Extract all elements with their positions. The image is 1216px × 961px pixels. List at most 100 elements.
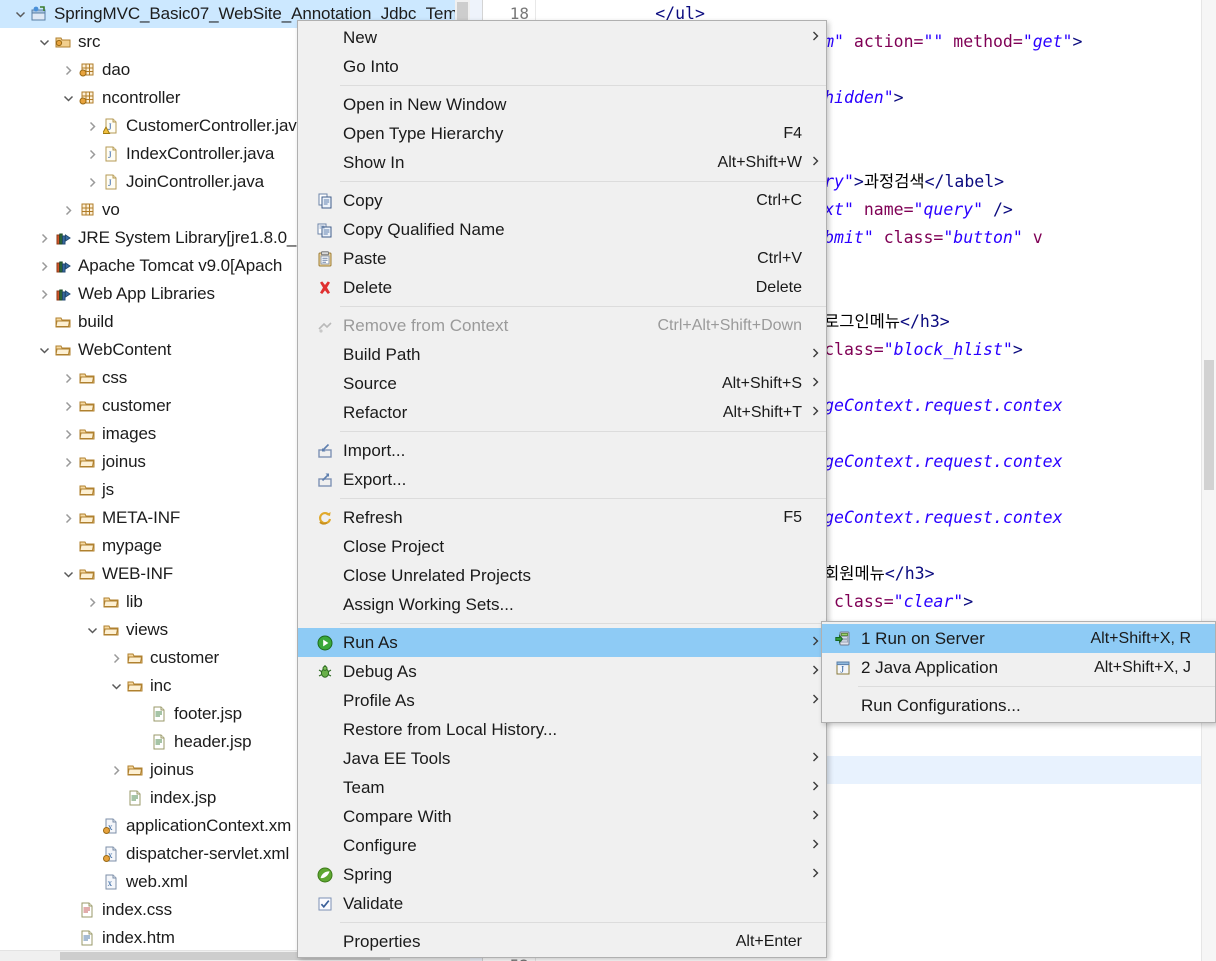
menu-item-source[interactable]: Source Alt+Shift+S bbox=[298, 369, 826, 398]
menu-item-export[interactable]: Export... bbox=[298, 465, 826, 494]
menu-item-shortcut: Alt+Shift+S bbox=[721, 375, 802, 392]
menu-item-import[interactable]: Import... bbox=[298, 436, 826, 465]
menu-item-run-as[interactable]: Run As bbox=[298, 628, 826, 657]
chevron-right-icon[interactable] bbox=[36, 280, 53, 308]
chevron-down-icon[interactable] bbox=[60, 84, 77, 112]
chevron-right-icon[interactable] bbox=[84, 112, 101, 140]
menu-item-label: Assign Working Sets... bbox=[343, 595, 514, 614]
eclipse-ide-window: 1819202122232425262728293031323334353637… bbox=[0, 0, 1216, 961]
menu-item-copy-qualified-name[interactable]: Copy Qualified Name bbox=[298, 215, 826, 244]
tree-item-label: views bbox=[126, 620, 169, 639]
tree-item-label: build bbox=[78, 312, 114, 331]
menu-item-spring[interactable]: Spring bbox=[298, 860, 826, 889]
chevron-right-icon[interactable] bbox=[60, 364, 77, 392]
menu-item-debug-as[interactable]: Debug As bbox=[298, 657, 826, 686]
chevron-down-icon[interactable] bbox=[36, 336, 53, 364]
chevron-right-icon[interactable] bbox=[36, 224, 53, 252]
tree-item-label: joinus bbox=[150, 760, 194, 779]
menu-item-go-into[interactable]: Go Into bbox=[298, 52, 826, 81]
menu-item-shortcut: Alt+Shift+X, R bbox=[1090, 630, 1192, 647]
tree-item-label-detail: [Apach bbox=[229, 256, 283, 275]
menu-item-compare-with[interactable]: Compare With bbox=[298, 802, 826, 831]
menu-item-build-path[interactable]: Build Path bbox=[298, 340, 826, 369]
library-icon bbox=[53, 228, 73, 248]
menu-item-label: Open Type Hierarchy bbox=[343, 124, 504, 143]
chevron-right-icon[interactable] bbox=[84, 140, 101, 168]
tree-item-label: JRE System Library bbox=[78, 228, 227, 247]
chevron-right-icon[interactable] bbox=[84, 588, 101, 616]
chevron-right-icon[interactable] bbox=[60, 448, 77, 476]
menu-item-refresh[interactable]: Refresh F5 bbox=[298, 503, 826, 532]
spring-xml-icon: x bbox=[101, 816, 121, 836]
folder-icon bbox=[53, 340, 73, 360]
menu-item-restore-from-local-history[interactable]: Restore from Local History... bbox=[298, 715, 826, 744]
tree-item-label: CustomerController.jav bbox=[126, 116, 297, 135]
tree-item-label: lib bbox=[126, 592, 143, 611]
svg-text:J: J bbox=[108, 122, 112, 132]
menu-item-close-project[interactable]: Close Project bbox=[298, 532, 826, 561]
project-context-menu[interactable]: New Go Into Open in New Window Open Type Hi… bbox=[297, 20, 827, 958]
tree-item-label: Apache Tomcat v9.0 bbox=[78, 256, 230, 275]
menu-item-properties[interactable]: Properties Alt+Enter bbox=[298, 927, 826, 956]
menu-item-label: Import... bbox=[343, 441, 406, 460]
chevron-right-icon[interactable] bbox=[60, 504, 77, 532]
menu-item-open-in-new-window[interactable]: Open in New Window bbox=[298, 90, 826, 119]
menu-item-label: Remove from Context bbox=[343, 316, 509, 335]
chevron-right-icon[interactable] bbox=[36, 252, 53, 280]
chevron-right-icon[interactable] bbox=[60, 392, 77, 420]
chevron-right-icon[interactable] bbox=[84, 168, 101, 196]
folder-icon bbox=[101, 592, 121, 612]
chevron-right-icon[interactable] bbox=[60, 420, 77, 448]
run-as-submenu[interactable]: 1 Run on Server Alt+Shift+X, R J 2 Java App… bbox=[821, 621, 1216, 723]
svg-text:J: J bbox=[840, 665, 844, 675]
editor-vertical-scrollbar[interactable] bbox=[1201, 0, 1216, 961]
menu-item-delete[interactable]: Delete Delete bbox=[298, 273, 826, 302]
tree-item-label: applicationContext.xm bbox=[126, 816, 292, 835]
chevron-right-icon[interactable] bbox=[108, 644, 125, 672]
chevron-down-icon[interactable] bbox=[60, 560, 77, 588]
menu-item-configure[interactable]: Configure bbox=[298, 831, 826, 860]
menu-item-new[interactable]: New bbox=[298, 23, 826, 52]
folder-icon bbox=[125, 760, 145, 780]
chevron-right-icon[interactable] bbox=[108, 756, 125, 784]
export-icon bbox=[312, 465, 338, 494]
chevron-right-icon[interactable] bbox=[60, 196, 77, 224]
menu-item-close-unrelated-projects[interactable]: Close Unrelated Projects bbox=[298, 561, 826, 590]
chevron-down-icon[interactable] bbox=[108, 672, 125, 700]
menu-item-label: Validate bbox=[343, 894, 404, 913]
menu-item-validate[interactable]: Validate bbox=[298, 889, 826, 918]
menu-item-2-java-application[interactable]: J 2 Java Application Alt+Shift+X, J bbox=[822, 653, 1215, 682]
menu-item-refactor[interactable]: Refactor Alt+Shift+T bbox=[298, 398, 826, 427]
chevron-down-icon[interactable] bbox=[36, 28, 53, 56]
chevron-right-icon[interactable] bbox=[60, 56, 77, 84]
chevron-down-icon[interactable] bbox=[84, 616, 101, 644]
menu-item-open-type-hierarchy[interactable]: Open Type Hierarchy F4 bbox=[298, 119, 826, 148]
tree-item-label: WebContent bbox=[78, 340, 172, 359]
menu-icon-placeholder bbox=[312, 802, 338, 831]
menu-item-show-in[interactable]: Show In Alt+Shift+W bbox=[298, 148, 826, 177]
menu-item-copy[interactable]: Copy Ctrl+C bbox=[298, 186, 826, 215]
submenu-chevron-right-icon bbox=[804, 398, 826, 427]
menu-item-java-ee-tools[interactable]: Java EE Tools bbox=[298, 744, 826, 773]
menu-item-label: Build Path bbox=[343, 345, 421, 364]
menu-item-paste[interactable]: Paste Ctrl+V bbox=[298, 244, 826, 273]
menu-item-assign-working-sets[interactable]: Assign Working Sets... bbox=[298, 590, 826, 619]
menu-item-profile-as[interactable]: Profile As bbox=[298, 686, 826, 715]
menu-icon-placeholder bbox=[312, 686, 338, 715]
menu-icon-placeholder bbox=[312, 561, 338, 590]
submenu-chevron-right-icon bbox=[804, 369, 826, 398]
tree-item-label-detail: [jre1.8.0_ bbox=[226, 228, 297, 247]
jsp-file-icon bbox=[149, 704, 169, 724]
menu-separator bbox=[340, 922, 826, 923]
chevron-down-icon[interactable] bbox=[12, 0, 29, 28]
library-icon bbox=[53, 256, 73, 276]
editor-scroll-thumb[interactable] bbox=[1204, 360, 1214, 490]
menu-item-team[interactable]: Team bbox=[298, 773, 826, 802]
menu-item-1-run-on-server[interactable]: 1 Run on Server Alt+Shift+X, R bbox=[822, 624, 1215, 653]
menu-item-run-configurations[interactable]: Run Configurations... bbox=[822, 691, 1215, 720]
folder-icon bbox=[77, 424, 97, 444]
import-icon bbox=[312, 436, 338, 465]
submenu-chevron-right-icon bbox=[804, 340, 826, 369]
remove-from-context-icon bbox=[312, 311, 338, 340]
